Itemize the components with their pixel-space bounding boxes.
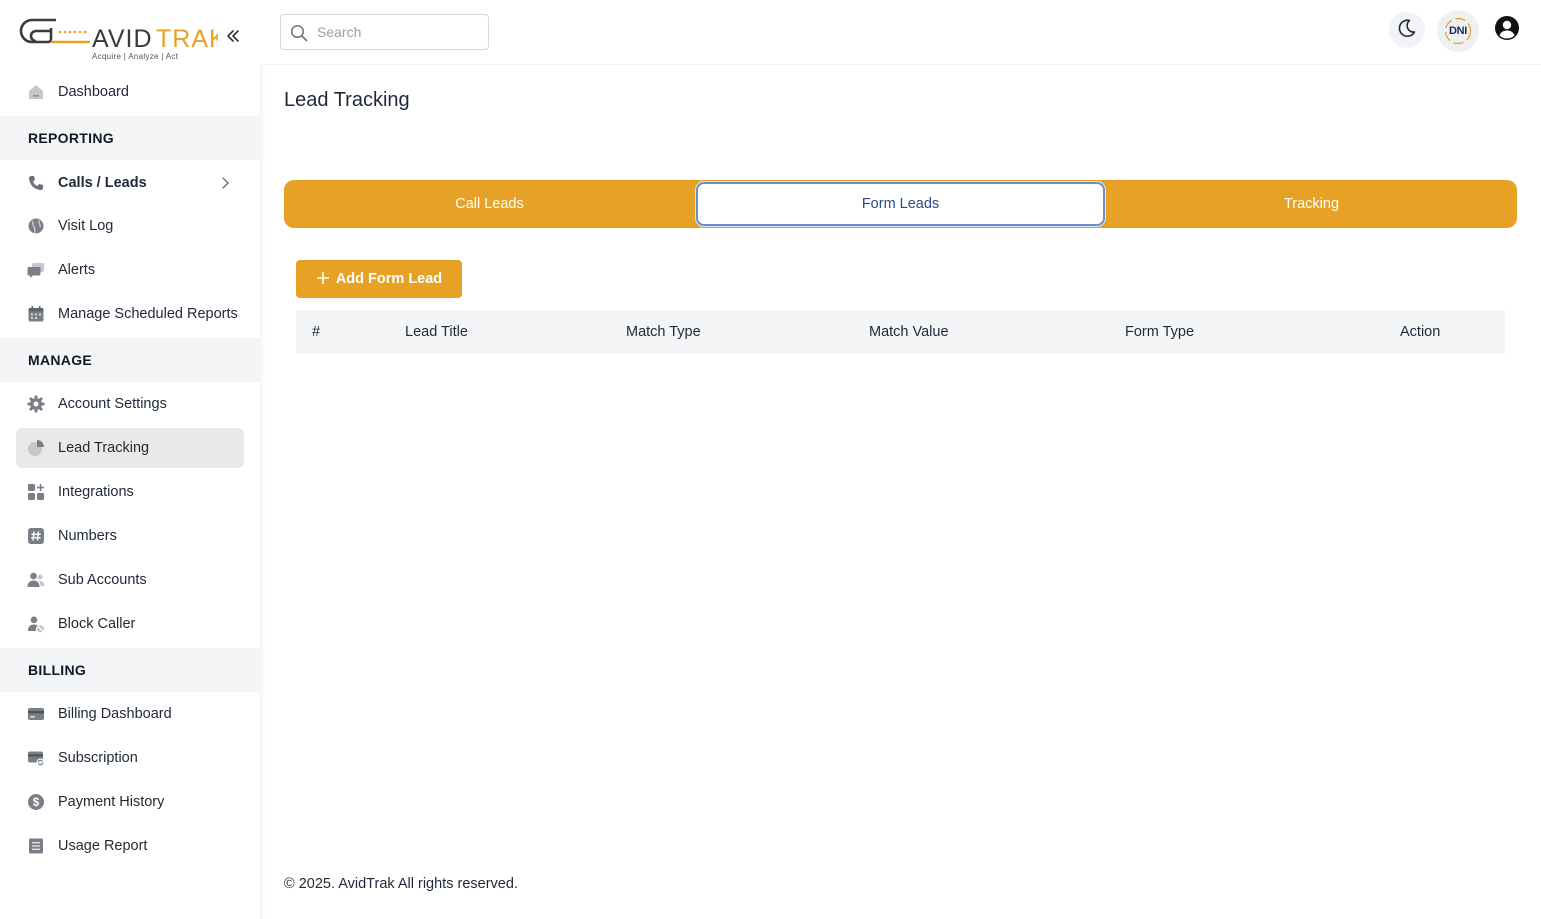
svg-text:Acquire | Analyze | Ac: Acquire | Analyze | Act xyxy=(92,52,179,61)
footer-copyright: © 2025. AvidTrak All rights reserved. xyxy=(284,876,518,892)
section-header-manage: MANAGE xyxy=(0,338,260,382)
search-icon xyxy=(290,24,308,42)
apps-plus-icon xyxy=(26,482,46,502)
column-header-action[interactable]: Action xyxy=(1400,324,1440,340)
search-input[interactable] xyxy=(317,15,482,49)
sidebar-item-manage-scheduled-reports[interactable]: Manage Scheduled Reports xyxy=(16,294,244,334)
avidtrak-logo[interactable]: AVID TRAK Acquire | Analyze | Act xyxy=(18,10,226,62)
sidebar-item-visit-log[interactable]: Visit Log xyxy=(16,206,244,246)
sidebar-item-subscription[interactable]: Subscription xyxy=(16,738,244,778)
card-refresh-icon xyxy=(26,748,46,768)
section-header-billing: BILLING xyxy=(0,648,260,692)
moon-icon xyxy=(1396,17,1418,44)
svg-text:TRAK: TRAK xyxy=(156,25,218,53)
sidebar-item-integrations[interactable]: Integrations xyxy=(16,472,244,512)
globe-icon xyxy=(26,216,46,236)
sidebar-item-label: Lead Tracking xyxy=(58,440,150,456)
calendar-icon xyxy=(26,304,46,324)
sidebar-item-label: Block Caller xyxy=(58,616,136,632)
sidebar-item-alerts[interactable]: Alerts xyxy=(16,250,244,290)
column-header-lead-title[interactable]: Lead Title xyxy=(405,324,468,340)
column-header-form-type[interactable]: Form Type xyxy=(1125,324,1194,340)
column-header-match-value[interactable]: Match Value xyxy=(869,324,949,340)
credit-card-icon xyxy=(26,704,46,724)
user-block-icon xyxy=(26,614,46,634)
sidebar-item-sub-accounts[interactable]: Sub Accounts xyxy=(16,560,244,600)
table-header-row: # Lead Title Match Type Match Value Form… xyxy=(296,310,1505,354)
dni-button[interactable]: DNI xyxy=(1437,10,1479,52)
sidebar-item-label: Subscription xyxy=(58,750,138,766)
tab-call-leads[interactable]: Call Leads xyxy=(284,180,695,228)
report-icon xyxy=(26,836,46,856)
sidebar-item-label: Visit Log xyxy=(58,218,114,234)
users-icon xyxy=(26,570,46,590)
chevron-right-icon xyxy=(218,175,232,191)
section-header-reporting: REPORTING xyxy=(0,116,260,160)
sidebar-item-label: Alerts xyxy=(58,262,96,278)
hash-icon xyxy=(26,526,46,546)
sidebar-item-block-caller[interactable]: Block Caller xyxy=(16,604,244,644)
tab-tracking[interactable]: Tracking xyxy=(1106,180,1517,228)
user-menu-button[interactable] xyxy=(1489,12,1525,48)
add-form-lead-label: Add Form Lead xyxy=(335,271,443,287)
sidebar-item-label: Numbers xyxy=(58,528,117,544)
sidebar-item-label: Manage Scheduled Reports xyxy=(58,306,238,322)
sidebar-item-label: Integrations xyxy=(58,484,134,500)
sidebar-item-label: Sub Accounts xyxy=(58,572,147,588)
page-title: Lead Tracking xyxy=(284,89,410,111)
sidebar-item-label: Usage Report xyxy=(58,838,148,854)
dni-label: DNI xyxy=(1448,25,1468,37)
sidebar-item-label: Payment History xyxy=(58,794,165,810)
add-form-lead-button[interactable]: Add Form Lead xyxy=(296,260,462,298)
column-header-index[interactable]: # xyxy=(312,324,320,340)
dark-mode-toggle[interactable] xyxy=(1389,12,1425,48)
search-box xyxy=(280,14,489,50)
home-icon xyxy=(26,82,46,102)
lead-type-tabs: Call Leads Form Leads Tracking xyxy=(284,180,1517,228)
sidebar-divider xyxy=(260,0,266,919)
sidebar-item-usage-report[interactable]: Usage Report xyxy=(16,826,244,866)
pie-chart-icon xyxy=(26,438,46,458)
chat-icon xyxy=(26,260,46,280)
sidebar-item-dashboard[interactable]: Dashboard xyxy=(16,72,244,112)
sidebar-item-lead-tracking[interactable]: Lead Tracking xyxy=(16,428,244,468)
sidebar-item-payment-history[interactable]: $ Payment History xyxy=(16,782,244,822)
sidebar-item-label: Billing Dashboard xyxy=(58,706,172,722)
top-header: DNI xyxy=(260,0,1541,65)
sidebar-item-account-settings[interactable]: Account Settings xyxy=(16,384,244,424)
dollar-circle-icon: $ xyxy=(26,792,46,812)
sidebar-item-label: Account Settings xyxy=(58,396,167,412)
svg-text:$: $ xyxy=(33,797,40,809)
gear-icon xyxy=(26,394,46,414)
sidebar-item-billing-dashboard[interactable]: Billing Dashboard xyxy=(16,694,244,734)
sidebar-item-label: Dashboard xyxy=(58,84,129,100)
sidebar-item-label: Calls / Leads xyxy=(58,175,147,191)
sidebar-item-calls-leads[interactable]: Calls / Leads xyxy=(16,163,244,203)
tab-form-leads[interactable]: Form Leads xyxy=(696,182,1105,226)
svg-text:AVID: AVID xyxy=(92,25,153,53)
user-avatar-icon xyxy=(1494,15,1520,46)
collapse-sidebar-icon[interactable] xyxy=(222,26,242,46)
column-header-match-type[interactable]: Match Type xyxy=(626,324,701,340)
sidebar-item-numbers[interactable]: Numbers xyxy=(16,516,244,556)
plus-icon xyxy=(316,269,330,289)
phone-icon xyxy=(26,173,46,193)
sidebar: AVID TRAK Acquire | Analyze | Act Dashbo… xyxy=(0,0,260,919)
